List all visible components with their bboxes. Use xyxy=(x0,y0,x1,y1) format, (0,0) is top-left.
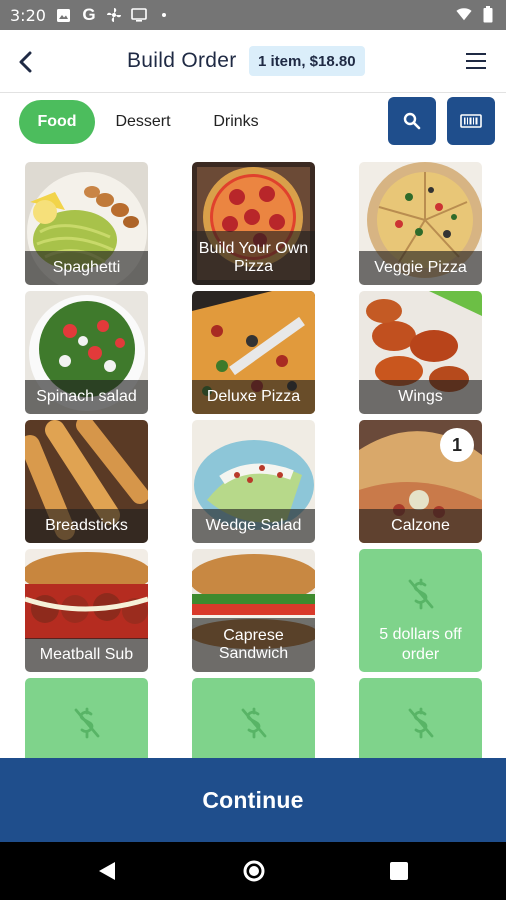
tab-drinks[interactable]: Drinks xyxy=(198,100,274,144)
menu-tile-label: Wedge Salad xyxy=(192,509,315,543)
page-title: Build Order xyxy=(127,49,237,72)
menu-tile-label: Build Your Own Pizza xyxy=(192,231,315,285)
system-nav-bar xyxy=(0,842,506,900)
battery-icon xyxy=(480,5,496,22)
menu-tile-spaghetti[interactable]: Spaghetti xyxy=(25,162,148,285)
promo-tile[interactable] xyxy=(25,678,148,758)
menu-tile-label: Breadsticks xyxy=(25,509,148,543)
notification-dot xyxy=(156,7,172,23)
menu-grid: Spaghetti Build Your Own Pizza Veggie Pi… xyxy=(0,162,506,758)
menu-tile-label: Spinach salad xyxy=(25,380,148,414)
cast-icon xyxy=(131,7,147,23)
promo-tile-5-dollars-off[interactable]: 5 dollars off order xyxy=(359,549,482,672)
status-time: 3:20 xyxy=(10,5,46,25)
dollar-off-icon xyxy=(408,707,433,739)
menu-tile-label: Calzone xyxy=(359,509,482,543)
barcode-scan-button[interactable] xyxy=(447,97,495,145)
tab-dessert[interactable]: Dessert xyxy=(105,100,181,144)
menu-tile-wings[interactable]: Wings xyxy=(359,291,482,414)
category-tabs: Food Dessert Drinks xyxy=(0,97,506,149)
image-icon xyxy=(56,7,72,23)
home-circle-icon xyxy=(243,860,265,882)
menu-tile-wedge-salad[interactable]: Wedge Salad xyxy=(192,420,315,543)
dollar-off-icon xyxy=(74,707,99,739)
menu-tile-label: Meatball Sub xyxy=(25,638,148,672)
google-g-icon: G xyxy=(82,5,96,24)
menu-tile-caprese-sandwich[interactable]: Caprese Sandwich xyxy=(192,549,315,672)
nav-home-button[interactable] xyxy=(239,856,269,886)
status-bar: 3:20 G xyxy=(0,0,506,30)
quantity-badge: 1 xyxy=(440,428,474,462)
app-bar: Build Order 1 item, $18.80 xyxy=(0,30,506,92)
barcode-icon xyxy=(460,114,482,128)
menu-tile-label: Deluxe Pizza xyxy=(192,380,315,414)
dollar-off-icon xyxy=(241,707,266,739)
order-summary-badge[interactable]: 1 item, $18.80 xyxy=(249,46,365,76)
menu-tile-deluxe-pizza[interactable]: Deluxe Pizza xyxy=(192,291,315,414)
hamburger-icon xyxy=(466,53,486,55)
header-divider xyxy=(0,92,506,93)
menu-tile-label: Caprese Sandwich xyxy=(192,618,315,672)
promo-tile[interactable] xyxy=(359,678,482,758)
search-icon xyxy=(403,112,421,130)
menu-tile-veggie-pizza[interactable]: Veggie Pizza xyxy=(359,162,482,285)
menu-tile-label: Wings xyxy=(359,380,482,414)
menu-tile-meatball-sub[interactable]: Meatball Sub xyxy=(25,549,148,672)
promo-tile[interactable] xyxy=(192,678,315,758)
continue-label: Continue xyxy=(202,786,304,813)
menu-tile-breadsticks[interactable]: Breadsticks xyxy=(25,420,148,543)
tab-food[interactable]: Food xyxy=(19,100,95,144)
build-order-screen: 3:20 G Build Order 1 item, $18.80 Food D… xyxy=(0,0,506,900)
menu-tile-label: Veggie Pizza xyxy=(359,251,482,285)
nav-back-button[interactable] xyxy=(92,856,122,886)
back-triangle-icon xyxy=(99,862,115,880)
fan-icon xyxy=(106,7,122,23)
back-button[interactable] xyxy=(10,46,42,78)
menu-button[interactable] xyxy=(466,48,492,74)
menu-tile-calzone[interactable]: 1 Calzone xyxy=(359,420,482,543)
chevron-left-icon xyxy=(19,51,32,73)
menu-tile-spinach-salad[interactable]: Spinach salad xyxy=(25,291,148,414)
continue-button[interactable]: Continue xyxy=(0,758,506,842)
dollar-off-icon xyxy=(408,578,433,610)
nav-recents-button[interactable] xyxy=(384,856,414,886)
recents-square-icon xyxy=(390,862,408,880)
wifi-icon xyxy=(456,6,472,22)
menu-tile-label: Spaghetti xyxy=(25,251,148,285)
promo-label: 5 dollars off order xyxy=(379,626,462,663)
menu-tile-build-your-own-pizza[interactable]: Build Your Own Pizza xyxy=(192,162,315,285)
search-button[interactable] xyxy=(388,97,436,145)
